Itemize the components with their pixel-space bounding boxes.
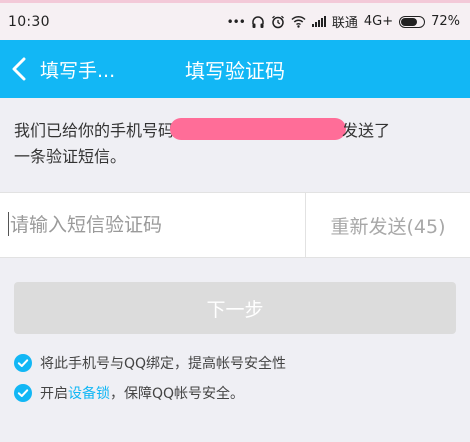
device-lock-prefix: 开启 — [40, 386, 68, 402]
sms-sent-info: 我们已给你的手机号码 发送了 一条验证短信。 — [14, 118, 460, 170]
sms-code-input[interactable] — [0, 193, 305, 257]
device-lock-label: 开启设备锁，保障QQ帐号安全。 — [40, 383, 244, 403]
status-icons: ••• 联通 4G+ 72% — [227, 12, 460, 31]
signal-icon — [311, 16, 326, 27]
next-step-button[interactable]: 下一步 — [14, 282, 456, 334]
wifi-icon — [291, 15, 306, 28]
notification-dots: ••• — [226, 14, 246, 29]
text-caret — [8, 212, 9, 236]
carrier-name: 联通 — [331, 16, 358, 31]
redacted-phone-number — [170, 118, 347, 140]
battery-percent: 72% — [431, 14, 460, 29]
alarm-icon — [271, 15, 284, 28]
device-lock-suffix: ，保障QQ帐号安全。 — [110, 386, 245, 402]
bind-qq-label: 将此手机号与QQ绑定，提高帐号安全性 — [40, 356, 287, 372]
checkmark-circle-icon — [14, 354, 32, 372]
back-label: 填写手... — [40, 59, 116, 82]
network-type: 4G+ — [363, 14, 394, 29]
device-lock-option[interactable]: 开启设备锁，保障QQ帐号安全。 — [14, 382, 460, 404]
info-prefix: 我们已给你的手机号码 — [14, 121, 175, 140]
code-input-row: 重新发送(45) — [0, 192, 470, 258]
battery-icon — [399, 15, 426, 28]
info-suffix: 发送了 — [342, 121, 391, 140]
checkmark-circle-icon — [14, 384, 32, 402]
chevron-left-icon — [12, 57, 26, 81]
title-bar: 填写验证码 填写手... — [0, 40, 470, 98]
bind-qq-option[interactable]: 将此手机号与QQ绑定，提高帐号安全性 — [14, 352, 460, 374]
back-button[interactable]: 填写手... — [10, 40, 115, 98]
status-time: 10:30 — [8, 13, 50, 30]
headphones-icon — [252, 15, 264, 28]
info-line2: 一条验证短信。 — [14, 147, 127, 166]
resend-button[interactable]: 重新发送(45) — [305, 193, 470, 257]
device-lock-link[interactable]: 设备锁 — [68, 386, 110, 402]
status-bar: 10:30 ••• 联通 4G+ 72% — [0, 0, 470, 40]
